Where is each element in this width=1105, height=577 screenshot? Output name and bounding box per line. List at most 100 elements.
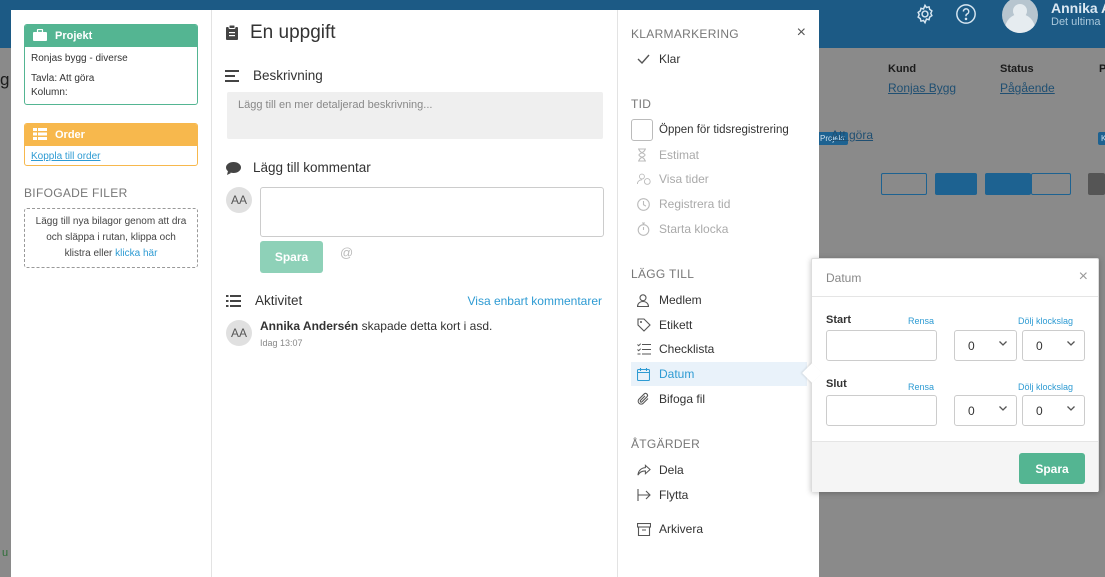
mention-button[interactable]: @ [340, 245, 353, 260]
project-name: Ronjas bygg - diverse [31, 53, 128, 64]
board-link[interactable]: Att göra [831, 128, 873, 142]
save-comment-button[interactable]: Spara [260, 241, 323, 273]
order-card[interactable]: Order Koppla till order [24, 123, 198, 166]
description-heading: Beskrivning [253, 68, 323, 83]
add-checklist-button[interactable]: Checklista [631, 337, 807, 361]
start-clear-link[interactable]: Rensa [908, 316, 934, 326]
archive-button[interactable]: Arkivera [631, 517, 807, 541]
kund-link[interactable]: Ronjas Bygg [888, 81, 956, 95]
board-columns-button[interactable] [985, 173, 1031, 195]
end-clear-link[interactable]: Rensa [908, 382, 934, 392]
mark-done-button[interactable]: Klar [631, 47, 807, 71]
chevron-down-icon [998, 338, 1008, 351]
move-label: Flytta [659, 488, 689, 502]
estimate-button[interactable]: Estimat [631, 143, 807, 167]
user-subtitle: Det ultima [1051, 16, 1101, 28]
board-search-button[interactable] [881, 173, 927, 195]
start-clock-button[interactable]: Starta klocka [631, 217, 807, 241]
archive-label: Arkivera [659, 522, 704, 536]
attach-file-button[interactable]: Bifoga fil [631, 387, 807, 411]
right-column: × KLARMARKERING Klar TID Öppen för tidsr… [618, 10, 819, 577]
briefcase-icon [33, 28, 47, 44]
move-button[interactable]: Flytta [631, 483, 807, 507]
status-link[interactable]: Pågående [1000, 81, 1055, 95]
paperclip-icon [631, 392, 651, 406]
chevron-down-icon [1066, 338, 1076, 351]
start-date-input[interactable] [826, 330, 937, 361]
grid-icon [33, 127, 47, 143]
tag-fragment: K [1098, 132, 1105, 145]
add-member-button[interactable]: Medlem [631, 288, 807, 312]
end-minute-value: 0 [1036, 403, 1043, 418]
show-times-button[interactable]: Visa tider [631, 167, 807, 191]
activity-avatar: AA [226, 320, 252, 346]
user-name[interactable]: Annika A [1051, 0, 1105, 16]
user-clock-icon [631, 172, 651, 186]
attached-files-title: BIFOGADE FILER [24, 186, 128, 200]
comment-input[interactable] [260, 187, 604, 237]
close-icon[interactable]: × [797, 24, 806, 42]
start-hide-time-link[interactable]: Dölj klockslag [1018, 316, 1073, 326]
gear-icon[interactable] [913, 2, 937, 26]
help-icon[interactable] [954, 2, 978, 26]
share-button[interactable]: Dela [631, 458, 807, 482]
file-drop-zone[interactable]: Lägg till nya bilagor genom att dra och … [24, 208, 198, 268]
save-date-button[interactable]: Spara [1019, 453, 1085, 484]
activity-entry: Annika Andersén skapade detta kort i asd… [260, 319, 492, 333]
end-hour-select[interactable]: 0 [954, 395, 1017, 426]
open-time-registration-toggle[interactable]: Öppen för tidsregistrering [631, 118, 807, 142]
project-card-header: Projekt [25, 25, 197, 47]
member-icon [631, 293, 651, 307]
kund-label: Kund [888, 63, 917, 75]
project-card[interactable]: Projekt Ronjas bygg - diverse Tavla: Att… [24, 24, 198, 105]
attach-file-label: Bifoga fil [659, 392, 706, 406]
start-hour-select[interactable]: 0 [954, 330, 1017, 361]
checklist-icon [631, 343, 651, 355]
left-column: Projekt Ronjas bygg - diverse Tavla: Att… [11, 10, 212, 577]
end-hour-value: 0 [968, 403, 975, 418]
show-only-comments-link[interactable]: Visa enbart kommentarer [467, 294, 602, 308]
end-hide-time-link[interactable]: Dölj klockslag [1018, 382, 1073, 392]
activity-action: skapade detta kort i asd. [361, 319, 493, 333]
text-align-icon [224, 68, 240, 84]
description-input[interactable]: Lägg till en mer detaljerad beskrivning.… [227, 92, 603, 139]
close-popup-icon[interactable]: × [1079, 268, 1088, 286]
date-popup-title: Datum [826, 271, 862, 285]
board-open-button[interactable] [935, 173, 977, 195]
start-hour-value: 0 [968, 338, 975, 353]
add-date-button[interactable]: Datum [631, 362, 807, 386]
archive-icon [631, 522, 651, 536]
share-label: Dela [659, 463, 684, 477]
time-registration-checkbox[interactable] [631, 119, 653, 141]
add-member-label: Medlem [659, 293, 702, 307]
comment-icon [225, 160, 241, 176]
end-minute-select[interactable]: 0 [1022, 395, 1085, 426]
link-order-link[interactable]: Koppla till order [31, 151, 100, 162]
start-minute-select[interactable]: 0 [1022, 330, 1085, 361]
add-label-button[interactable]: Etikett [631, 313, 807, 337]
board-more-button[interactable] [1088, 173, 1105, 195]
add-section-title: LÄGG TILL [631, 267, 695, 281]
show-times-label: Visa tider [659, 172, 709, 186]
done-section-title: KLARMARKERING [631, 27, 739, 41]
checkmark-icon [631, 54, 651, 64]
clock-icon [631, 197, 651, 211]
stopwatch-icon [631, 222, 651, 236]
end-date-input[interactable] [826, 395, 937, 426]
order-card-title: Order [55, 129, 85, 141]
register-time-label: Registrera tid [659, 197, 731, 211]
click-here-link[interactable]: klicka här [115, 248, 157, 259]
mark-done-label: Klar [659, 52, 681, 66]
task-card-modal: Projekt Ronjas bygg - diverse Tavla: Att… [11, 10, 819, 577]
task-title[interactable]: En uppgift [250, 22, 336, 44]
date-popup-footer: Spara [812, 441, 1098, 492]
description-placeholder: Lägg till en mer detaljerad beskrivning.… [238, 99, 433, 111]
date-popup: Datum × Start Rensa Dölj klockslag 0 0 S… [802, 258, 1099, 492]
register-time-button[interactable]: Registrera tid [631, 192, 807, 216]
order-card-body: Koppla till order [25, 146, 197, 165]
user-avatar[interactable] [1002, 0, 1038, 33]
project-card-title: Projekt [55, 30, 93, 42]
time-registration-label: Öppen för tidsregistrering [659, 124, 789, 136]
board-list-button[interactable] [1031, 173, 1071, 195]
activity-time: Idag 13:07 [260, 338, 303, 348]
